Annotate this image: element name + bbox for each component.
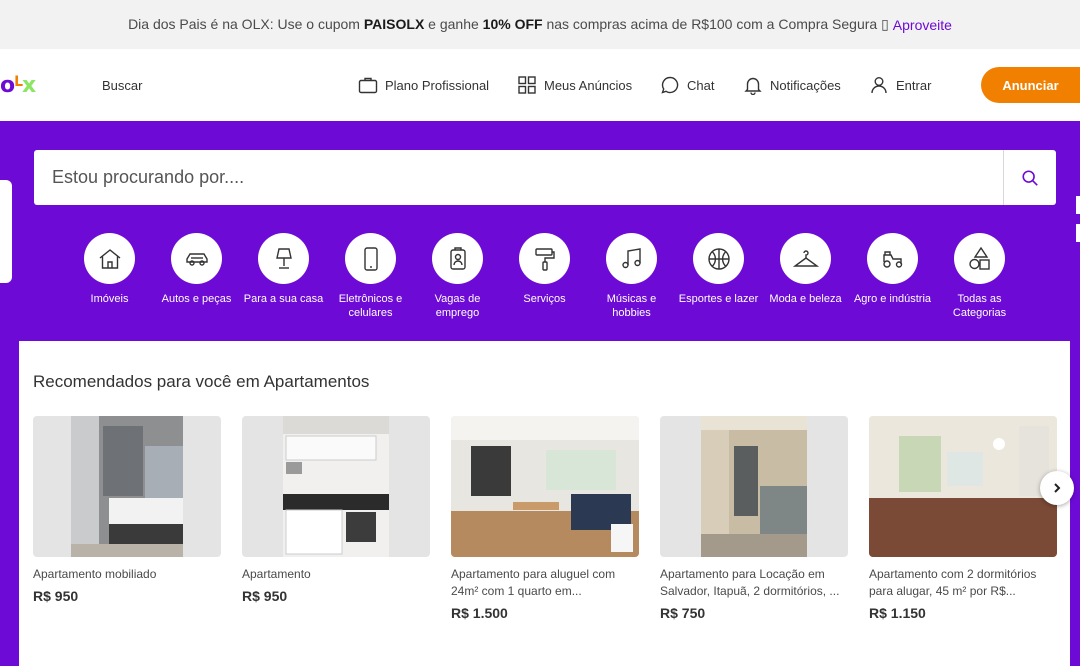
section-title: Recomendados para você em Apartamentos [33,372,370,391]
search-bar [34,150,1056,205]
listing-price: R$ 950 [33,588,79,604]
grid-icon [518,76,536,94]
side-tab-left[interactable] [0,180,12,283]
house-icon [99,248,120,269]
nav-meus-anuncios[interactable]: Meus Anúncios [517,75,632,95]
category-agro[interactable]: Agro e indústria [849,233,936,320]
listing-photo [869,416,1057,557]
listing-photo [660,416,848,557]
listing-title: Apartamento com 2 dormitórios para aluga… [869,567,1037,598]
category-servicos[interactable]: Serviços [501,233,588,320]
listing-photo [451,416,639,557]
header: oLx Buscar Plano Profissional Meus Anúnc… [0,49,1080,121]
olx-logo[interactable]: oLx [0,73,36,98]
listing-card[interactable]: Apartamento mobiliado R$ 950 [33,416,221,604]
hanger-icon [792,249,819,267]
listing-card[interactable]: Apartamento para Locação em Salvador, It… [660,416,848,621]
category-imoveis[interactable]: Imóveis [66,233,153,320]
anunciar-button[interactable]: Anunciar [981,67,1080,103]
listing-card[interactable]: Apartamento R$ 950 [242,416,430,604]
buscar-link[interactable]: Buscar [102,78,142,93]
listing-price: R$ 1.150 [869,605,926,621]
nav-plano-profissional[interactable]: Plano Profissional [358,75,489,95]
listing-photo [33,416,221,557]
listing-card[interactable]: Apartamento com 2 dormitórios para aluga… [869,416,1057,621]
ball-icon [707,247,730,270]
nav-chat[interactable]: Chat [660,75,714,95]
briefcase-icon [358,77,378,94]
chevron-right-icon [1054,483,1061,493]
listing-price: R$ 1.500 [451,605,508,621]
music-icon [621,247,641,268]
lamp-icon [275,247,292,269]
category-musicas[interactable]: Músicas e hobbies [588,233,675,320]
listing-title: Apartamento para Locação em Salvador, It… [660,567,840,598]
category-todas[interactable]: Todas as Categorias [936,233,1023,320]
bell-icon [744,77,762,95]
listing-price: R$ 950 [242,588,288,604]
carousel-next-button[interactable] [1040,471,1074,505]
category-casa[interactable]: Para a sua casa [240,233,327,320]
search-button[interactable] [1003,150,1056,205]
category-eletronicos[interactable]: Eletrônicos e celulares [327,233,414,320]
category-vagas[interactable]: Vagas de emprego [414,233,501,320]
search-input[interactable] [34,150,1003,205]
recommended-section: Recomendados para você em Apartamentos A… [19,341,1074,666]
phone-icon [363,246,378,271]
paint-roller-icon [534,247,555,271]
listing-title: Apartamento mobiliado [33,567,157,581]
listing-card[interactable]: Apartamento para aluguel com 24m² com 1 … [451,416,639,621]
category-moda[interactable]: Moda e beleza [762,233,849,320]
category-bar: Imóveis Autos e peças Para a sua casa El… [66,233,1024,320]
tractor-icon [882,250,902,268]
nav-notificacoes[interactable]: Notificações [743,75,841,95]
category-esportes[interactable]: Esportes e lazer [675,233,762,320]
chat-icon [661,76,679,94]
badge-icon [449,246,466,270]
listing-price: R$ 750 [660,605,706,621]
nav-entrar[interactable]: Entrar [869,75,931,95]
promo-link[interactable]: Aproveite [893,17,952,33]
user-icon [871,77,887,94]
listing-photo [242,416,430,557]
search-icon [1022,169,1038,186]
listing-title: Apartamento para aluguel com 24m² com 1 … [451,567,616,598]
listing-title: Apartamento [242,567,311,581]
promo-text: Dia dos Pais é na OLX: Use o cupom PAISO… [128,16,889,32]
shapes-icon [968,246,990,270]
side-tab-right[interactable] [1076,196,1080,276]
car-icon [185,252,208,266]
promo-banner: Dia dos Pais é na OLX: Use o cupom PAISO… [0,0,1080,49]
category-autos[interactable]: Autos e peças [153,233,240,320]
